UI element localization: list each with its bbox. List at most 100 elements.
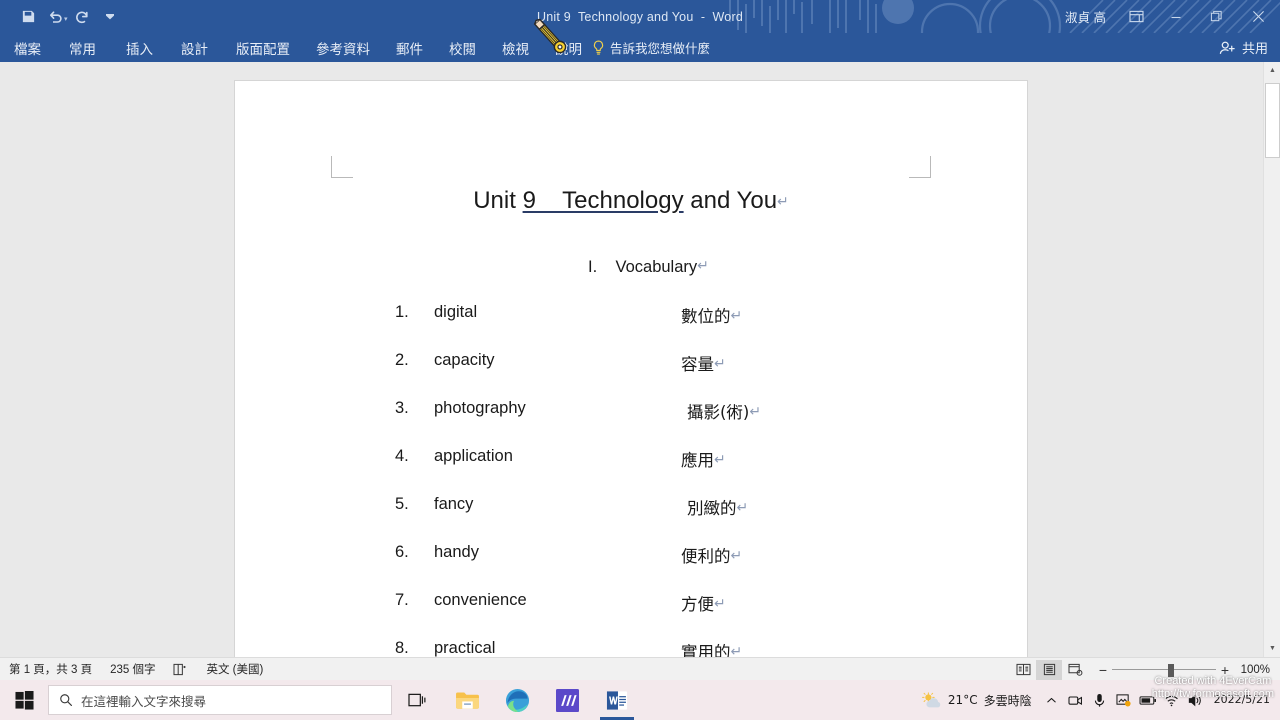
word-count[interactable]: 235 個字: [101, 661, 164, 677]
web-layout-icon: [1067, 663, 1082, 676]
translation-text: 應用: [681, 451, 714, 470]
scrollbar-thumb[interactable]: [1265, 83, 1280, 158]
heading-part-2: and You: [683, 187, 778, 214]
battery-icon: [1139, 695, 1156, 705]
item-number: 1.: [395, 303, 409, 321]
account-name[interactable]: 淑貞 高: [1055, 7, 1116, 26]
print-layout-view-button[interactable]: [1036, 659, 1062, 680]
item-translation: 方便↵: [681, 591, 726, 615]
heading-underlined-part: 9 Technology: [522, 187, 684, 214]
page-indicator[interactable]: 第 1 頁，共 3 頁: [0, 661, 101, 677]
tab-design-label[interactable]: 設計: [181, 38, 208, 58]
scroll-down-button[interactable]: ▼: [1264, 640, 1280, 657]
item-term: practical: [434, 639, 496, 657]
status-bar: 第 1 頁，共 3 頁 235 個字 英文 (美國) − + 100%: [0, 657, 1280, 680]
tab-view-label[interactable]: 檢視: [502, 38, 529, 58]
document-heading: Unit 9 Technology and You↵: [235, 187, 1027, 215]
tab-review-label[interactable]: 校閱: [449, 38, 476, 58]
tab-view: 檢視: [502, 33, 529, 62]
zoom-slider-track: [1112, 668, 1216, 670]
volume-tray-button[interactable]: [1184, 680, 1208, 720]
paragraph-mark: ↵: [714, 452, 726, 468]
document-canvas[interactable]: Unit 9 Technology and You↵ I. Vocabulary…: [0, 62, 1280, 657]
language-indicator[interactable]: 英文 (美國): [197, 661, 272, 677]
wifi-icon: [1165, 695, 1178, 706]
vocabulary-list: 1. digital 數位的↵ 2. capacity 容量↵ 3. photo…: [235, 303, 1027, 657]
weather-widget[interactable]: 21°C 多雲時陰: [914, 691, 1040, 709]
zoom-slider[interactable]: [1112, 663, 1216, 677]
show-hidden-icons-button[interactable]: [1040, 680, 1064, 720]
weather-condition: 多雲時陰: [983, 693, 1032, 708]
network-tray-button[interactable]: [1160, 680, 1184, 720]
share-person-icon: [1219, 41, 1235, 54]
microphone-icon: [1094, 693, 1105, 707]
file-explorer-button[interactable]: [442, 680, 492, 720]
microsoft-edge-button[interactable]: [492, 680, 542, 720]
item-term: photography: [434, 399, 526, 417]
tab-layout-label[interactable]: 版面配置: [236, 38, 290, 58]
zoom-in-button[interactable]: +: [1216, 662, 1234, 678]
heading-part-1: Unit: [473, 187, 523, 214]
vertical-scrollbar[interactable]: ▲ ▼: [1263, 62, 1280, 657]
zoom-level-label[interactable]: 100%: [1234, 664, 1272, 676]
folder-icon: [455, 691, 479, 709]
task-view-icon: [407, 693, 425, 706]
tab-help-label[interactable]: 說明: [555, 38, 582, 58]
item-number: 3.: [395, 399, 409, 417]
tell-me-search[interactable]: 告訴我您想做什麼: [592, 38, 710, 57]
share-button[interactable]: 共用: [1219, 33, 1268, 62]
start-button[interactable]: [0, 680, 48, 720]
ribbon-display-options-button[interactable]: [1116, 0, 1156, 33]
tab-file-label[interactable]: 檔案: [14, 38, 41, 58]
item-number: 4.: [395, 447, 409, 465]
translation-text: 數位的: [681, 307, 731, 326]
document-page[interactable]: Unit 9 Technology and You↵ I. Vocabulary…: [235, 81, 1027, 657]
paragraph-mark: ↵: [714, 596, 726, 612]
item-term: convenience: [434, 591, 527, 609]
restore-button[interactable]: [1196, 0, 1236, 33]
microsoft-word-button[interactable]: [592, 680, 642, 720]
tab-help: 說明: [555, 33, 582, 62]
zoom-control[interactable]: − + 100%: [1094, 662, 1272, 678]
camera-tray-button[interactable]: [1064, 680, 1088, 720]
close-icon: [1252, 10, 1264, 23]
paragraph-mark: ↵: [777, 193, 789, 209]
tab-references: 參考資料: [316, 33, 370, 62]
item-number: 7.: [395, 591, 409, 609]
tab-references-label[interactable]: 參考資料: [316, 38, 370, 58]
battery-tray-button[interactable]: [1136, 680, 1160, 720]
onedrive-tray-button[interactable]: [1112, 680, 1136, 720]
scroll-up-button[interactable]: ▲: [1264, 62, 1280, 79]
task-view-button[interactable]: [392, 680, 442, 720]
close-button[interactable]: [1236, 0, 1280, 33]
translation-text: 別緻的: [687, 499, 737, 518]
zoom-out-button[interactable]: −: [1094, 662, 1112, 678]
app-purple-m-button[interactable]: [542, 680, 592, 720]
clock-date: 2022/5/21: [1213, 693, 1270, 707]
item-term: capacity: [434, 351, 495, 369]
list-item: 8. practical 實用的↵: [235, 639, 1027, 657]
windows-taskbar: 在這裡輸入文字來搜尋 21°C 多雲時陰 2022/5/21: [0, 680, 1280, 720]
item-translation: 數位的↵: [681, 303, 742, 327]
taskbar-clock[interactable]: 2022/5/21: [1208, 693, 1280, 707]
taskbar-search-placeholder: 在這裡輸入文字來搜尋: [81, 693, 207, 709]
tab-insert-label[interactable]: 插入: [126, 38, 153, 58]
tab-mailings-label[interactable]: 郵件: [396, 38, 423, 58]
paragraph-mark: ↵: [730, 548, 743, 564]
tab-home-label[interactable]: 常用: [69, 38, 96, 58]
onedrive-icon: [1116, 694, 1131, 707]
weather-temperature: 21°C: [947, 693, 978, 707]
restore-icon: [1210, 10, 1222, 22]
taskbar-search-box[interactable]: 在這裡輸入文字來搜尋: [48, 685, 392, 715]
tab-mailings: 郵件: [396, 33, 423, 62]
list-item: 4. application 應用↵: [235, 447, 1027, 495]
read-mode-view-button[interactable]: [1010, 660, 1036, 680]
item-term: handy: [434, 543, 479, 561]
minimize-button[interactable]: [1156, 0, 1196, 33]
web-layout-view-button[interactable]: [1062, 660, 1088, 680]
zoom-slider-handle[interactable]: [1168, 663, 1174, 677]
item-translation: 便利的↵: [681, 543, 742, 567]
translation-text: 攝影(術): [687, 403, 750, 422]
microphone-tray-button[interactable]: [1088, 680, 1112, 720]
proofing-status[interactable]: [164, 663, 197, 676]
